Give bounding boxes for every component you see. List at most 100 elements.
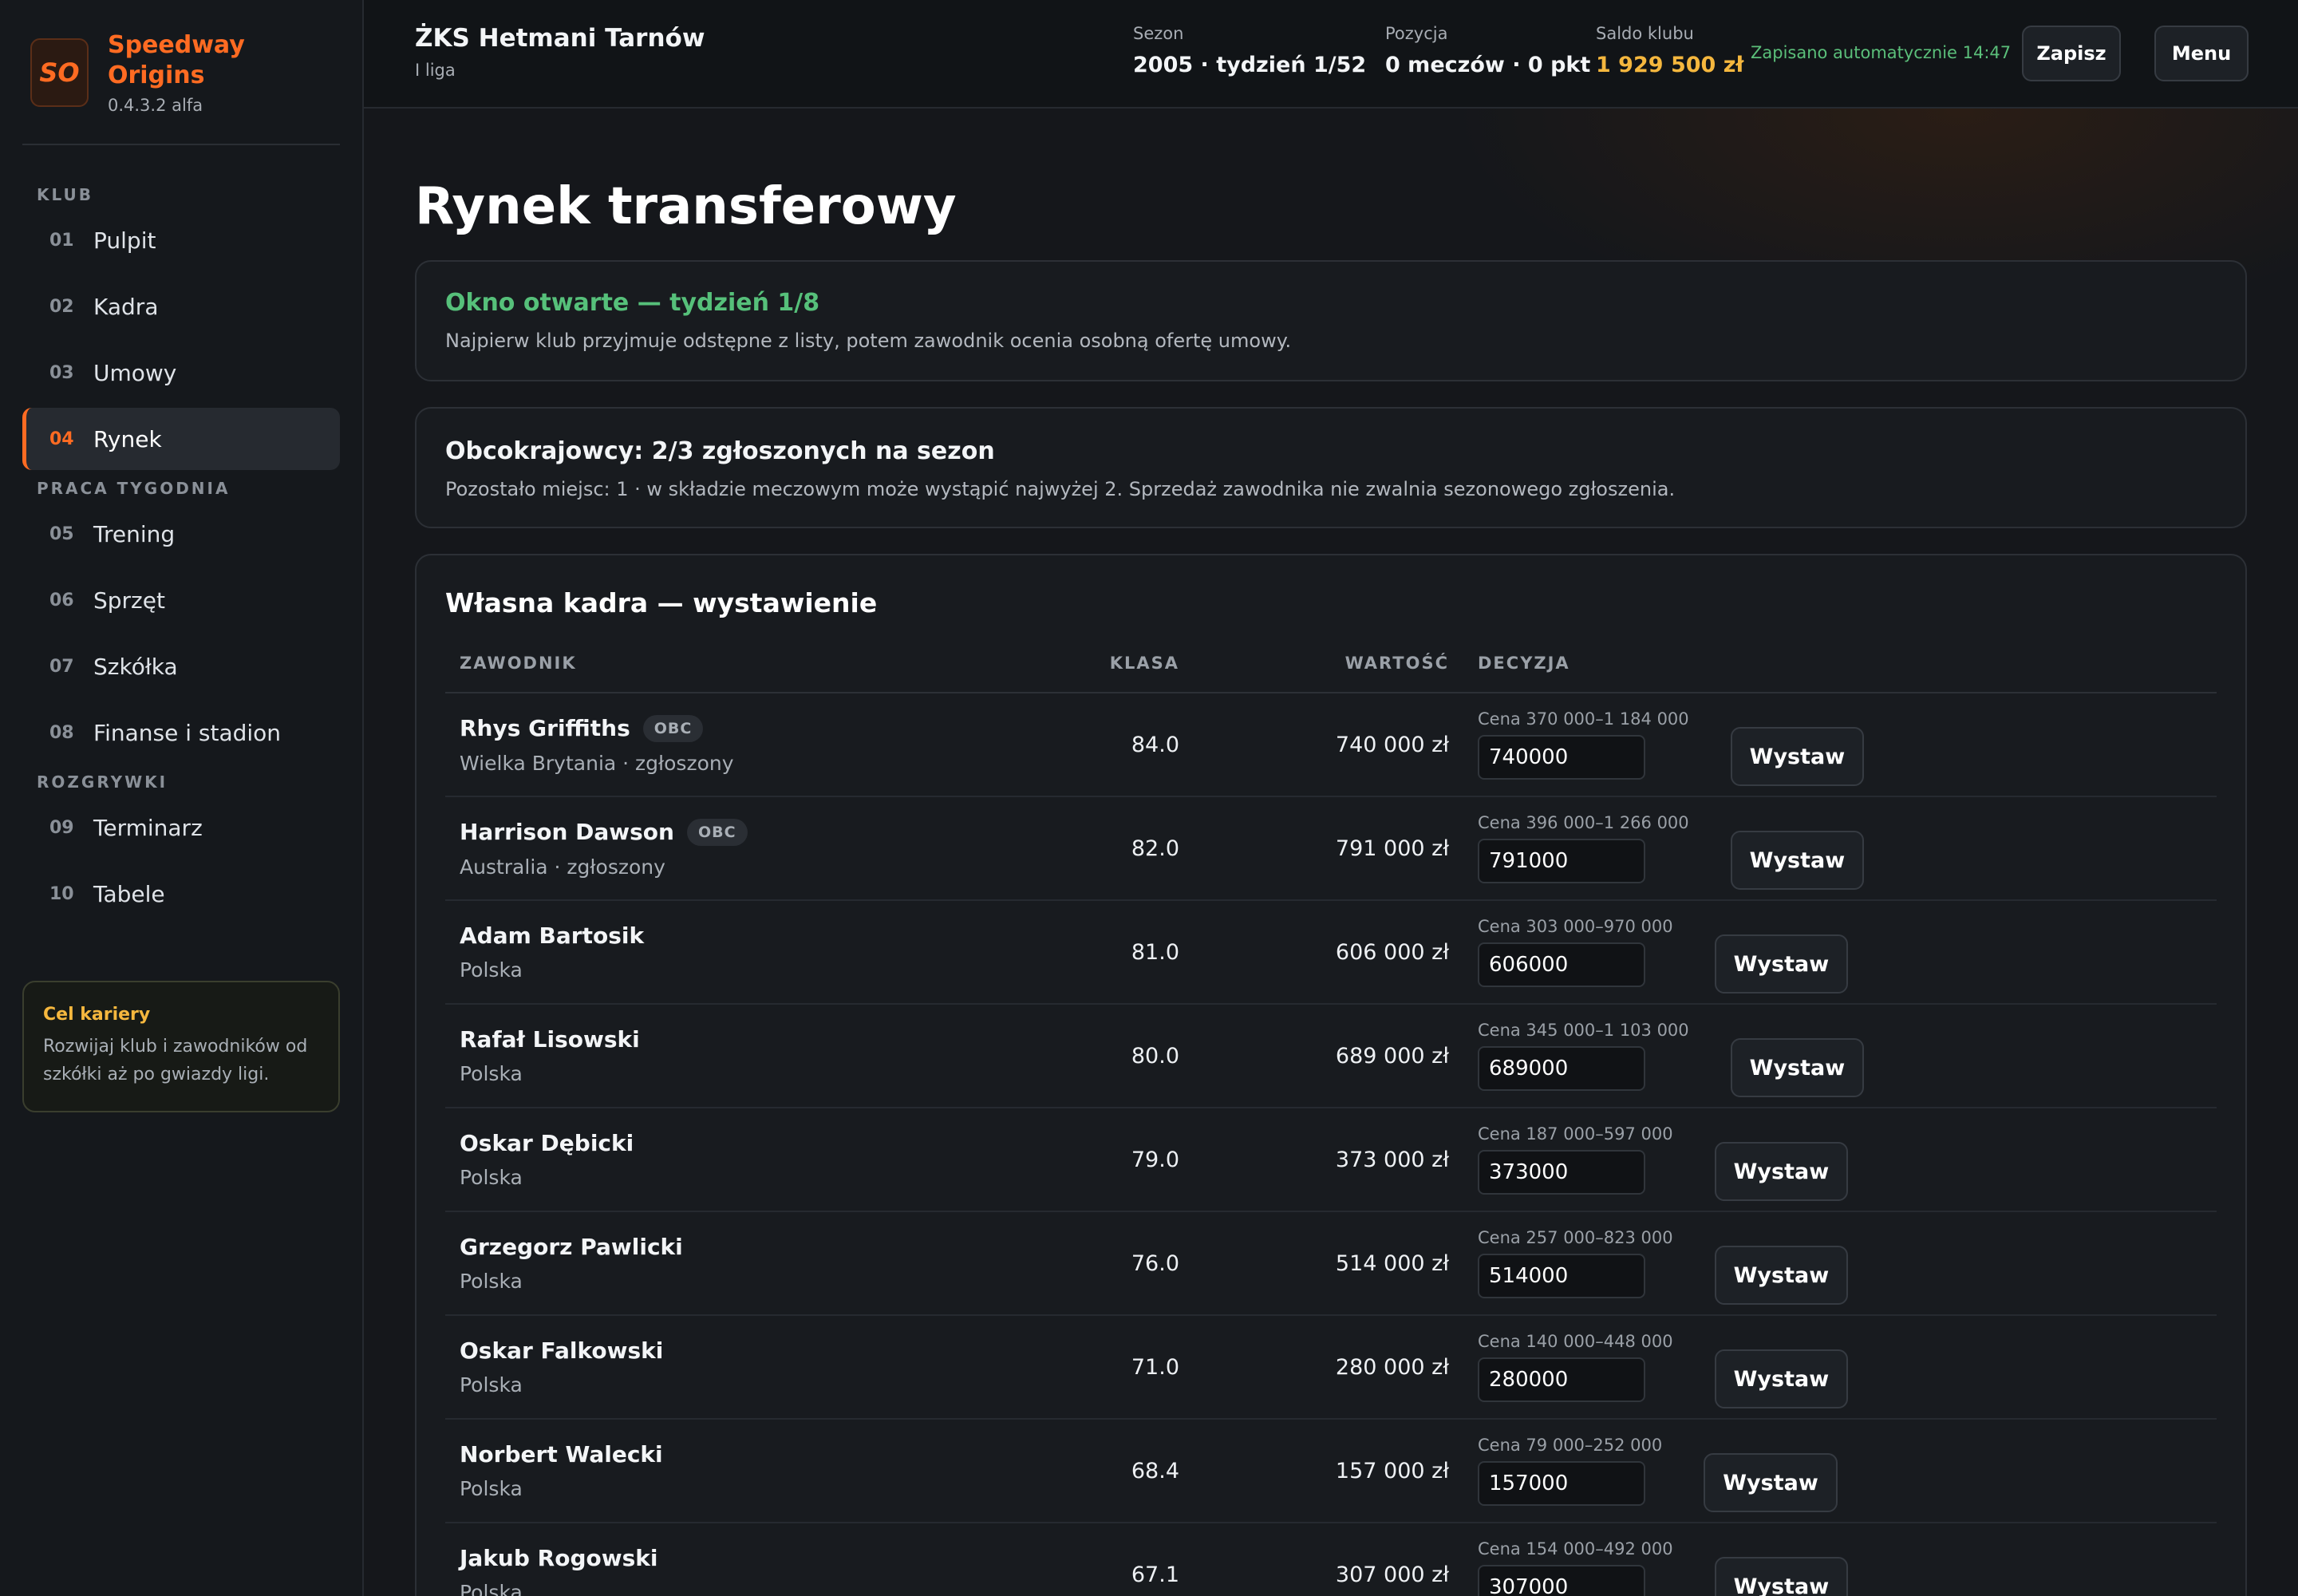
list-player-button[interactable]: Wystaw: [1730, 1038, 1865, 1097]
list-player-button[interactable]: Wystaw: [1714, 1349, 1849, 1408]
list-player-button[interactable]: Wystaw: [1714, 934, 1849, 994]
player-name: Grzegorz Pawlicki: [460, 1234, 683, 1260]
price-group: Cena 303 000–970 000: [1478, 917, 1673, 987]
column-header-klasa: KLASA: [1109, 654, 1179, 673]
price-input[interactable]: [1478, 839, 1645, 883]
table-row: Harrison Dawson OBC Australia · zgłoszon…: [445, 797, 2217, 901]
balance-stat: Saldo klubu 1 929 500 zł: [1596, 24, 1743, 77]
column-header-player: ZAWODNIK: [460, 654, 577, 673]
sidebar-item-kadra[interactable]: 02 Kadra: [22, 275, 340, 338]
foreigners-title: Obcokrajowcy: 2/3 zgłoszonych na sezon: [445, 437, 995, 465]
sidebar-item-trening[interactable]: 05 Trening: [22, 503, 340, 565]
sidebar-item-terminarz[interactable]: 09 Terminarz: [22, 796, 340, 859]
list-player-button[interactable]: Wystaw: [1730, 727, 1865, 786]
price-group: Cena 154 000–492 000: [1478, 1539, 1673, 1596]
list-player-button[interactable]: Wystaw: [1714, 1142, 1849, 1201]
page-content: Rynek transferowy Okno otwarte — tydzień…: [364, 169, 2298, 1596]
sidebar-nav: KLUB 01 Pulpit 02 Kadra 03 Umowy 04 Rynek PRACA T…: [22, 180, 340, 925]
autosave-status: Zapisano automatycznie 14:47: [1751, 43, 2012, 62]
player-cell: Oskar Dębicki Polska: [445, 1130, 1092, 1189]
price-input[interactable]: [1478, 1150, 1645, 1195]
price-input[interactable]: [1478, 942, 1645, 987]
price-range: Cena 370 000–1 184 000: [1478, 709, 1689, 729]
price-input[interactable]: [1478, 735, 1645, 780]
topbar: ŻKS Hetmani Tarnów I liga Sezon 2005 · t…: [364, 0, 2298, 109]
price-range: Cena 303 000–970 000: [1478, 917, 1673, 936]
sidebar-item-szkółka[interactable]: 07 Szkółka: [22, 635, 340, 697]
nav-group-label: KLUB: [37, 185, 94, 204]
nav-group-label: ROZGRYWKI: [37, 772, 168, 792]
squad-listing-title: Własna kadra — wystawienie: [445, 587, 878, 618]
season-label: Sezon: [1133, 24, 1184, 43]
player-cell: Adam Bartosik Polska: [445, 922, 1092, 982]
player-nationality: Polska: [460, 1166, 523, 1189]
menu-button[interactable]: Menu: [2154, 26, 2249, 81]
player-name-line: Jakub Rogowski: [460, 1545, 1092, 1571]
page-title: Rynek transferowy: [415, 177, 957, 236]
player-value: 606 000 zł: [1335, 939, 1449, 965]
position-value: 0 meczów · 0 pkt: [1385, 53, 1591, 77]
price-group: Cena 187 000–597 000: [1478, 1124, 1673, 1195]
player-nationality: Polska: [460, 1270, 523, 1293]
player-name: Oskar Dębicki: [460, 1130, 634, 1156]
price-input[interactable]: [1478, 1254, 1645, 1298]
price-range: Cena 187 000–597 000: [1478, 1124, 1673, 1144]
decision-cell: Cena 79 000–252 000 Wystaw: [1449, 1436, 1838, 1512]
player-value: 157 000 zł: [1335, 1458, 1449, 1483]
list-player-button[interactable]: Wystaw: [1714, 1246, 1849, 1305]
sidebar-item-label: Trening: [93, 520, 176, 547]
transfer-window-title: Okno otwarte — tydzień 1/8: [445, 289, 820, 317]
price-group: Cena 140 000–448 000: [1478, 1332, 1673, 1402]
sidebar-item-sprzęt[interactable]: 06 Sprzęt: [22, 569, 340, 631]
player-value: 280 000 zł: [1335, 1354, 1449, 1380]
decision-cell: Cena 370 000–1 184 000 Wystaw: [1449, 709, 1865, 786]
player-name: Jakub Rogowski: [460, 1545, 658, 1571]
player-cell: Rafał Lisowski Polska: [445, 1026, 1092, 1085]
price-range: Cena 257 000–823 000: [1478, 1228, 1673, 1247]
table-row: Oskar Dębicki Polska 79.0 373 000 zł Cen…: [445, 1108, 2217, 1212]
player-name-line: Grzegorz Pawlicki: [460, 1234, 1092, 1260]
player-cell: Norbert Walecki Polska: [445, 1441, 1092, 1500]
price-group: Cena 79 000–252 000: [1478, 1436, 1662, 1506]
sidebar-item-number: 02: [49, 296, 74, 317]
player-name-line: Oskar Falkowski: [460, 1337, 1092, 1364]
player-value: 514 000 zł: [1335, 1250, 1449, 1276]
transfer-window-card: Okno otwarte — tydzień 1/8 Najpierw klub…: [415, 260, 2247, 381]
decision-cell: Cena 187 000–597 000 Wystaw: [1449, 1124, 1849, 1201]
player-klasa: 84.0: [1131, 732, 1179, 757]
price-input[interactable]: [1478, 1565, 1645, 1596]
sidebar-item-pulpit[interactable]: 01 Pulpit: [22, 209, 340, 271]
price-range: Cena 79 000–252 000: [1478, 1436, 1663, 1455]
save-button[interactable]: Zapisz: [2022, 26, 2121, 81]
sidebar-item-tabele[interactable]: 10 Tabele: [22, 863, 340, 925]
sidebar-item-number: 07: [49, 656, 74, 677]
player-nationality: Polska: [460, 1477, 523, 1500]
price-range: Cena 140 000–448 000: [1478, 1332, 1673, 1351]
balance-value: 1 929 500 zł: [1596, 53, 1744, 77]
list-player-button[interactable]: Wystaw: [1714, 1557, 1849, 1596]
player-nationality: Polska: [460, 1062, 523, 1085]
decision-cell: Cena 345 000–1 103 000 Wystaw: [1449, 1021, 1865, 1097]
list-player-button[interactable]: Wystaw: [1704, 1453, 1838, 1512]
sidebar-item-umowy[interactable]: 03 Umowy: [22, 342, 340, 404]
price-input[interactable]: [1478, 1461, 1645, 1506]
decision-cell: Cena 396 000–1 266 000 Wystaw: [1449, 813, 1865, 890]
price-input[interactable]: [1478, 1046, 1645, 1091]
foreigners-card: Obcokrajowcy: 2/3 zgłoszonych na sezon P…: [415, 407, 2247, 528]
career-goal-card: Cel kariery Rozwijaj klub i zawodników o…: [22, 981, 340, 1112]
player-name: Adam Bartosik: [460, 922, 645, 949]
season-stat: Sezon 2005 · tydzień 1/52: [1133, 24, 1366, 77]
list-player-button[interactable]: Wystaw: [1730, 831, 1865, 890]
column-header-value: WARTOŚĆ: [1344, 654, 1449, 673]
price-group: Cena 396 000–1 266 000: [1478, 813, 1689, 883]
player-value: 307 000 zł: [1335, 1562, 1449, 1587]
price-input[interactable]: [1478, 1357, 1645, 1402]
sidebar-item-label: Kadra: [93, 293, 159, 320]
sidebar-item-rynek[interactable]: 04 Rynek: [22, 408, 340, 470]
player-name-line: Adam Bartosik: [460, 922, 1092, 949]
sidebar-item-label: Rynek: [93, 425, 162, 452]
player-value: 373 000 zł: [1335, 1147, 1449, 1172]
player-name-line: Norbert Walecki: [460, 1441, 1092, 1468]
sidebar-item-finanse-i-stadion[interactable]: 08 Finanse i stadion: [22, 701, 340, 764]
career-goal-title: Cel kariery: [43, 1005, 151, 1025]
